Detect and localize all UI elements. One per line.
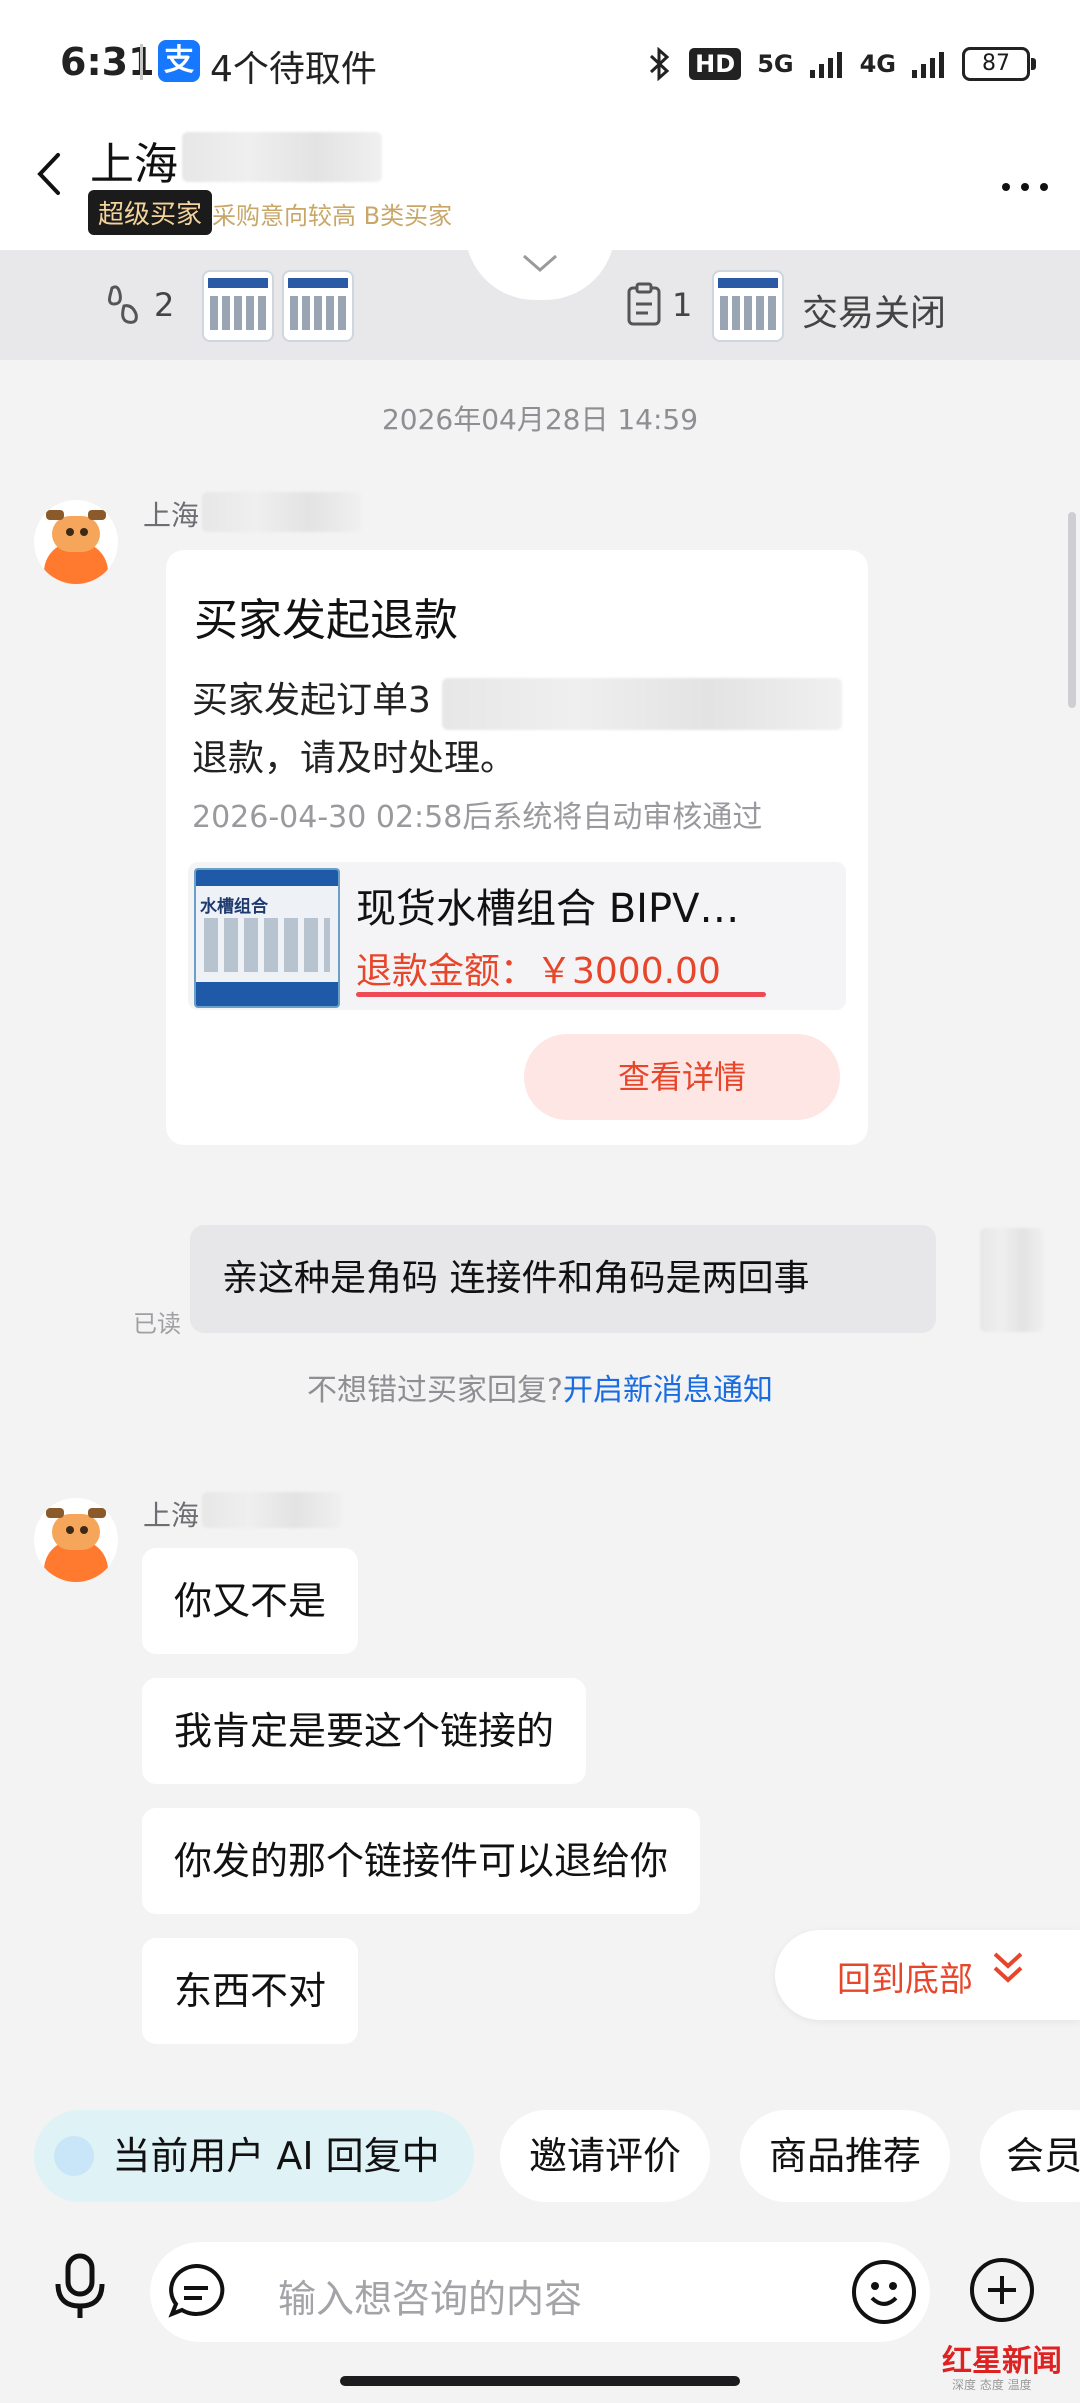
incoming-message-3: 你发的那个链接件可以退给你 [142,1808,701,1914]
signal-icon [809,52,842,78]
chat-date: 2026年04月28日 14:59 [381,403,699,436]
status-indicators: HD 5G 4G 87 [647,44,1036,84]
seller-avatar[interactable] [980,1228,1044,1332]
footprint-icon [108,285,138,324]
refund-product[interactable]: 水槽组合 现货水槽组合 BIPV… 退款金额：￥3000.00 [188,862,846,1010]
blurred-sender [202,492,362,532]
sender-name: 上海 [143,499,200,532]
member-chip[interactable]: 会员 [980,2110,1080,2202]
order-product-thumb[interactable] [712,270,784,342]
invite-review-chip[interactable]: 邀请评价 [500,2110,710,2202]
alipay-icon: 支 [158,40,200,82]
message-input[interactable]: 输入想咨询的内容 [150,2242,930,2342]
quick-actions: 当前用户 AI 回复中 邀请评价 商品推荐 会员 [0,2110,1080,2204]
bluetooth-icon [650,47,670,81]
watermark-tagline: 深度 态度 温度 [952,2378,1032,2392]
footprint-count: 2 [154,286,175,324]
ai-reply-label: 当前用户 AI 回复中 [112,2134,440,2178]
mic-icon[interactable] [50,2252,110,2322]
input-placeholder: 输入想咨询的内容 [278,2277,583,2321]
refund-card: 买家发起退款 买家发起订单3 退款，请及时处理。 2026-04-30 02:5… [166,550,868,1145]
signal-icon-2 [912,52,944,78]
network-5g: 5G [757,50,794,78]
double-chevron-down-icon [991,1948,1025,1997]
clipboard-icon [627,282,661,326]
status-divider [140,44,143,80]
more-icon[interactable] [1000,150,1050,204]
viewed-product-thumb-2[interactable] [282,270,354,342]
network-4g: 4G [859,50,896,78]
blurred-order-number [442,678,842,730]
product-image-label: 水槽组合 [200,897,268,917]
chat-bubble-icon[interactable] [164,2260,228,2324]
notification-prompt-text: 不想错过买家回复? [307,1373,563,1408]
incoming-message-2: 我肯定是要这个链接的 [142,1678,587,1784]
back-to-bottom-label: 回到底部 [837,1960,973,2000]
order-count: 1 [672,286,693,324]
refund-auto-approve-note: 2026-04-30 02:58后系统将自动审核通过 [192,800,763,835]
scrollbar[interactable] [1068,512,1076,708]
refund-amount-underline [356,992,766,997]
status-notification: 4个待取件 [210,49,377,90]
refund-desc-line2: 退款，请及时处理。 [192,738,517,779]
product-name: 现货水槽组合 BIPV… [356,886,740,932]
blurred-sender-2 [202,1492,342,1528]
chevron-down-icon [523,254,557,272]
ai-reply-chip[interactable]: 当前用户 AI 回复中 [34,2110,474,2202]
blurred-name [182,132,382,182]
plus-icon[interactable] [970,2258,1034,2322]
view-details-button[interactable]: 查看详情 [524,1034,840,1120]
buyer-avatar-2[interactable] [34,1498,118,1582]
watermark-logo: 红星新闻 [942,2344,1062,2379]
super-buyer-tag: 超级买家 [88,190,213,235]
back-to-bottom-button[interactable]: 回到底部 [775,1930,1080,2020]
outgoing-message: 亲这种是角码 连接件和角码是两回事 [190,1225,936,1333]
refund-amount: 退款金额：￥3000.00 [356,951,721,992]
status-bar: 6:31 支 4个待取件 HD 5G 4G 87 [0,0,1080,130]
buyer-avatar[interactable] [34,500,118,584]
enable-notification-link[interactable]: 开启新消息通知 [563,1373,773,1408]
contact-name: 上海 [90,139,178,190]
product-recommend-chip[interactable]: 商品推荐 [740,2110,950,2202]
battery-icon: 87 [962,47,1036,81]
emoji-icon[interactable] [852,2260,916,2324]
buyer-attributes: 采购意向较高 B类买家 [212,202,453,230]
order-status: 交易关闭 [802,293,947,334]
hd-badge: HD [689,48,742,80]
refund-card-title: 买家发起退款 [194,595,458,646]
incoming-message-4: 东西不对 [142,1938,359,2044]
ai-icon [54,2136,94,2176]
sender-name-2: 上海 [143,1499,200,1532]
viewed-product-thumb-1[interactable] [202,270,274,342]
incoming-message-1: 你又不是 [142,1548,359,1654]
read-receipt: 已读 [133,1310,181,1338]
back-arrow-icon[interactable] [34,150,64,210]
home-indicator[interactable] [340,2376,740,2386]
notification-prompt: 不想错过买家回复?开启新消息通知 [0,1365,1080,1409]
product-image: 水槽组合 [194,868,340,1008]
